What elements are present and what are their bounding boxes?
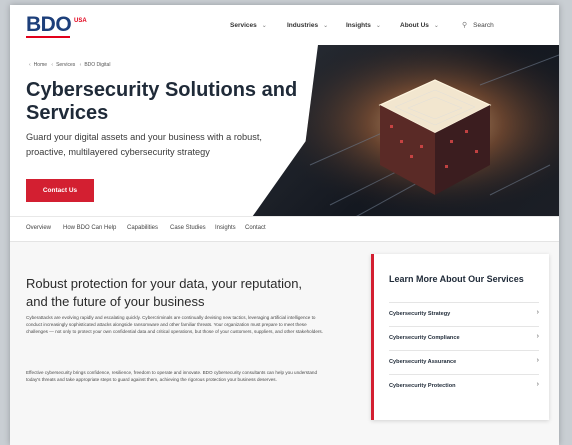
service-link-cybersecurity-assurance[interactable]: Cybersecurity Assurance › [389,350,539,374]
nav-insights[interactable]: Insights ⌄ [346,22,381,29]
circuit-chip-illustration [250,45,559,220]
service-link-cybersecurity-compliance[interactable]: Cybersecurity Compliance › [389,326,539,350]
nav-industries[interactable]: Industries ⌄ [287,22,328,29]
web-page: BDO USA Services ⌄ Industries ⌄ Insights ⌄ … [10,5,559,445]
logo-region: USA [74,18,87,24]
service-link-cybersecurity-strategy[interactable]: Cybersecurity Strategy › [389,302,539,326]
hero-subtitle: Guard your digital assets and your busin… [26,132,262,157]
page-title: Cybersecurity Solutions and Services [26,79,298,124]
search-field[interactable]: ⚲ Search [462,21,494,29]
section-link-how-bdo-can-help[interactable]: How BDO Can Help [63,225,116,231]
nav-label: Insights [346,22,371,29]
nav-label: About Us [400,22,429,29]
chevron-right-icon: › [536,381,539,388]
chevron-right-icon: › [536,333,539,340]
section-link-capabilities[interactable]: Capabilities [127,225,158,231]
bdo-logo[interactable]: BDO [26,14,72,36]
chevron-left-icon: ‹ [51,62,54,68]
contact-us-button[interactable]: Contact Us [26,179,94,202]
breadcrumb-bdo-digital[interactable]: BDO Digital [84,62,110,68]
chevron-down-icon: ⌄ [323,23,329,29]
learn-more-card: Learn More About Our Services Cybersecur… [371,254,549,420]
section-navigation: Overview How BDO Can Help Capabilities C… [10,216,559,242]
service-link-label: Cybersecurity Assurance [389,359,457,365]
service-link-label: Cybersecurity Compliance [389,335,460,341]
search-icon: ⚲ [462,22,468,29]
chevron-down-icon: ⌄ [433,23,439,29]
service-link-label: Cybersecurity Strategy [389,311,451,317]
nav-services[interactable]: Services ⌄ [230,22,267,29]
logo-underline [26,36,70,38]
card-title: Learn More About Our Services [389,274,524,284]
section-link-insights[interactable]: Insights [215,225,236,231]
service-link-label: Cybersecurity Protection [389,383,456,389]
search-label: Search [473,22,494,29]
body-paragraph: Effective cybersecurity brings confidenc… [26,370,318,383]
service-link-cybersecurity-protection[interactable]: Cybersecurity Protection › [389,374,539,398]
hero-image [250,45,559,220]
breadcrumb-home[interactable]: Home [34,62,47,68]
chevron-left-icon: ‹ [79,62,82,68]
chevron-down-icon: ⌄ [375,23,381,29]
chevron-left-icon: ‹ [29,62,31,68]
nav-about-us[interactable]: About Us ⌄ [400,22,439,29]
chevron-right-icon: › [536,309,539,316]
hero-section: ‹ Home ‹ Services ‹ BDO Digital Cybersecuri… [10,45,559,220]
site-header: BDO USA Services ⌄ Industries ⌄ Insights ⌄ … [10,5,559,46]
nav-label: Industries [287,22,319,29]
section-link-contact[interactable]: Contact [245,225,266,231]
section-heading: Robust protection for your data, your re… [26,276,303,309]
breadcrumb: ‹ Home ‹ Services ‹ BDO Digital [26,62,110,68]
breadcrumb-services[interactable]: Services [56,62,75,68]
body-paragraph: Cyberattacks are evolving rapidly and es… [26,315,323,335]
section-link-overview[interactable]: Overview [26,225,51,231]
nav-label: Services [230,22,257,29]
section-link-case-studies[interactable]: Case Studies [170,225,206,231]
divider [10,241,559,242]
chevron-down-icon: ⌄ [261,23,267,29]
chevron-right-icon: › [536,357,539,364]
